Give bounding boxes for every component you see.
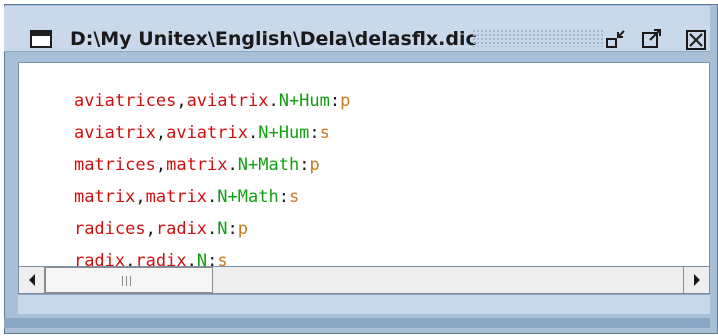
inflection-code: s bbox=[319, 123, 330, 143]
scroll-left-button[interactable] bbox=[19, 267, 45, 293]
separator-dot: . bbox=[186, 251, 197, 266]
separator-colon: : bbox=[329, 91, 341, 111]
inflection-code: p bbox=[237, 219, 249, 239]
horizontal-scrollbar[interactable] bbox=[18, 266, 710, 294]
window-bottom-bar bbox=[18, 294, 710, 314]
dictionary-text-area[interactable]: aviatrices,aviatrix.N+Hum:p aviatrix,avi… bbox=[18, 62, 710, 266]
maximize-icon[interactable] bbox=[640, 28, 664, 52]
inflection-code: p bbox=[340, 91, 351, 111]
scroll-right-button[interactable] bbox=[683, 267, 709, 293]
scroll-thumb-grip-icon bbox=[122, 276, 134, 286]
inflection-code: p bbox=[309, 155, 320, 175]
minimize-icon[interactable] bbox=[604, 28, 628, 52]
window-bottom-edge bbox=[4, 318, 710, 328]
separator-colon: : bbox=[207, 251, 218, 266]
inflection-code: s bbox=[288, 187, 300, 207]
window-title: D:\My Unitex\English\Dela\delasflx.dic bbox=[70, 28, 477, 50]
grammatical-code: N bbox=[196, 251, 208, 266]
window-icon bbox=[30, 30, 52, 48]
separator-comma: , bbox=[125, 251, 136, 266]
dictionary-line: radix,radix.N:s bbox=[33, 231, 228, 266]
title-bar[interactable]: D:\My Unitex\English\Dela\delasflx.dic bbox=[4, 6, 710, 52]
scroll-thumb[interactable] bbox=[45, 267, 213, 293]
close-icon[interactable] bbox=[684, 28, 708, 52]
lemma: radix bbox=[135, 251, 187, 266]
title-bar-texture bbox=[472, 29, 604, 47]
separator-colon: : bbox=[278, 187, 289, 207]
inflected-form: radix bbox=[73, 251, 126, 266]
inflection-code: s bbox=[217, 251, 228, 266]
separator-colon: : bbox=[299, 155, 310, 175]
separator-colon: : bbox=[227, 219, 238, 239]
